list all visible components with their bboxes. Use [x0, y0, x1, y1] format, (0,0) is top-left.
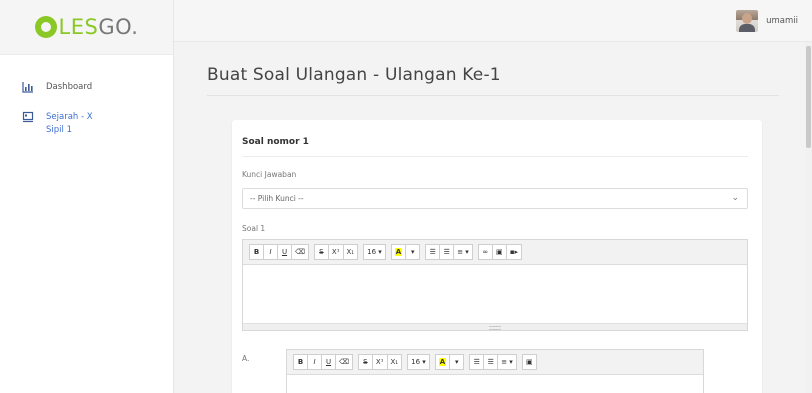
- scroll-thumb[interactable]: [806, 46, 811, 148]
- link-icon[interactable]: ∞: [477, 244, 493, 260]
- scrollbar[interactable]: [805, 42, 812, 393]
- align-dropdown[interactable]: ≡ ▾: [497, 354, 517, 370]
- divider: [242, 156, 748, 157]
- question-label: Soal 1: [242, 224, 266, 233]
- video-icon[interactable]: ▪▸: [505, 244, 523, 260]
- page-title: Buat Soal Ulangan - Ulangan Ke-1: [207, 65, 501, 85]
- editor-toolbar: B I U ⌫ S X¹ X₁ 16 ▾ A ▾ ☰: [243, 240, 747, 265]
- superscript-button[interactable]: X¹: [371, 354, 388, 370]
- card-title: Soal nomor 1: [242, 137, 309, 147]
- italic-button[interactable]: I: [263, 244, 278, 260]
- sidebar-item-dashboard[interactable]: Dashboard: [0, 81, 173, 115]
- italic-button[interactable]: I: [307, 354, 322, 370]
- answer-key-select[interactable]: -- Pilih Kunci -- ⌄: [242, 188, 748, 209]
- key-label: Kunci Jawaban: [242, 170, 297, 179]
- logo-text: LESGO.: [58, 15, 139, 39]
- unordered-list-button[interactable]: ☰: [425, 244, 441, 260]
- image-icon[interactable]: ▣: [491, 244, 507, 260]
- image-icon[interactable]: ▣: [521, 354, 537, 370]
- eraser-icon[interactable]: ⌫: [335, 354, 353, 370]
- subscript-button[interactable]: X₁: [386, 354, 403, 370]
- avatar: [736, 10, 759, 32]
- bold-button[interactable]: B: [293, 354, 308, 370]
- logo-icon: [34, 16, 57, 38]
- option-a-editor: B I U ⌫ S X¹ X₁ 16 ▾ A ▾ ☰ ☰ ≡ ▾ ▣: [286, 349, 704, 393]
- sidebar-item-label: Dashboard: [46, 82, 93, 92]
- question-card: Soal nomor 1 Kunci Jawaban -- Pilih Kunc…: [232, 120, 762, 393]
- highlight-color-button[interactable]: A: [390, 244, 407, 260]
- sidebar: LESGO. Dashboard Sejarah - X Sipil 1: [0, 0, 174, 393]
- brand-logo[interactable]: LESGO.: [0, 0, 173, 55]
- highlight-caret[interactable]: ▾: [405, 244, 421, 260]
- username: umamii: [766, 16, 798, 26]
- bold-button[interactable]: B: [249, 244, 264, 260]
- superscript-button[interactable]: X¹: [327, 244, 344, 260]
- option-editor-area[interactable]: [287, 375, 703, 393]
- font-size-dropdown[interactable]: 16 ▾: [363, 244, 386, 260]
- main-content: Buat Soal Ulangan - Ulangan Ke-1 Soal no…: [174, 42, 812, 393]
- question-editor-area[interactable]: [243, 265, 747, 323]
- option-label: A.: [242, 354, 250, 363]
- book-icon: [22, 111, 36, 127]
- sidebar-item-label: Sejarah - X Sipil 1: [46, 112, 93, 135]
- unordered-list-button[interactable]: ☰: [469, 354, 485, 370]
- eraser-icon[interactable]: ⌫: [291, 244, 309, 260]
- highlight-caret[interactable]: ▾: [449, 354, 465, 370]
- editor-toolbar: B I U ⌫ S X¹ X₁ 16 ▾ A ▾ ☰: [287, 350, 703, 375]
- underline-button[interactable]: U: [277, 244, 292, 260]
- strikethrough-button[interactable]: S: [357, 354, 373, 370]
- resize-handle[interactable]: [243, 323, 747, 330]
- font-size-dropdown[interactable]: 16 ▾: [407, 354, 430, 370]
- underline-button[interactable]: U: [321, 354, 336, 370]
- subscript-button[interactable]: X₁: [342, 244, 359, 260]
- select-value: -- Pilih Kunci --: [250, 194, 304, 203]
- user-menu[interactable]: umamii: [736, 10, 798, 32]
- strikethrough-button[interactable]: S: [313, 244, 329, 260]
- sidebar-item-sejarah[interactable]: Sejarah - X Sipil 1: [0, 111, 173, 145]
- ordered-list-button[interactable]: ☰: [439, 244, 455, 260]
- chart-icon: [22, 81, 36, 97]
- question-editor: B I U ⌫ S X¹ X₁ 16 ▾ A ▾ ☰ ☰ ≡ ▾ ∞ ▣ ▪▸: [242, 239, 748, 331]
- topbar: umamii: [174, 0, 812, 42]
- ordered-list-button[interactable]: ☰: [483, 354, 499, 370]
- sidebar-nav: Dashboard Sejarah - X Sipil 1: [0, 55, 173, 145]
- highlight-color-button[interactable]: A: [434, 354, 451, 370]
- chevron-down-icon: ⌄: [731, 193, 739, 203]
- divider: [207, 95, 779, 96]
- align-dropdown[interactable]: ≡ ▾: [453, 244, 473, 260]
